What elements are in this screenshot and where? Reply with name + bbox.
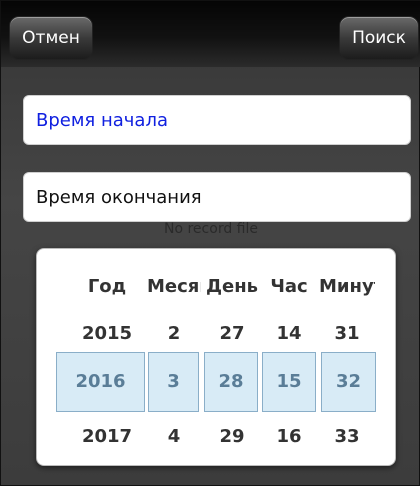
picker-minute-selected: 32 [335,371,362,392]
picker-header-hour: Час [270,276,308,297]
picker-day-prev[interactable]: 27 [207,322,257,346]
picker-hour-prev[interactable]: 14 [265,322,313,346]
picker-month-prev[interactable]: 2 [149,322,199,346]
search-button[interactable]: Поиск [339,16,419,60]
end-time-field[interactable]: Время окончания [23,172,411,222]
app-screen: Отмен Поиск Время начала Время окончания… [0,0,420,486]
top-toolbar: Отмен Поиск [1,1,420,67]
picker-minute-next[interactable]: 33 [321,425,373,449]
start-time-label: Время начала [36,109,168,131]
end-time-label: Время окончания [36,186,202,208]
picker-header-day: День [205,276,259,297]
picker-month-selected: 3 [167,371,180,392]
cancel-button[interactable]: Отмен [9,16,93,60]
picker-year-prev[interactable]: 2015 [77,322,137,346]
picker-hour-next[interactable]: 16 [265,425,313,449]
picker-hour-selected: 15 [276,371,302,392]
picker-year-next[interactable]: 2017 [77,425,137,449]
start-time-field[interactable]: Время начала [23,95,411,145]
picker-header-month: Месяц [147,276,201,297]
picker-day-selected: 28 [218,371,244,392]
picker-header-minute: Минута [319,276,375,297]
datetime-picker: Год Месяц День Час Минута 2015 2 27 14 3… [36,248,396,466]
empty-state-text: No record file [164,221,258,237]
picker-day-next[interactable]: 29 [207,425,257,449]
picker-year-selected: 2016 [75,371,126,392]
picker-month-next[interactable]: 4 [149,425,199,449]
picker-minute-prev[interactable]: 31 [321,322,373,346]
picker-header-year: Год [87,276,127,297]
